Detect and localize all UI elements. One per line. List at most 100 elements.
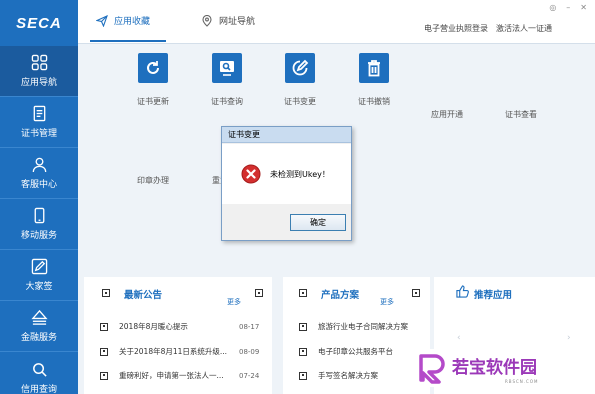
qr-code-icon [100,347,108,356]
sidebar-item-credit-query[interactable]: 信用查询 [0,352,78,394]
tab-url-nav[interactable]: 网址导航 [201,14,255,27]
sidebar-item-label: 客服中心 [20,180,57,190]
tile-icon-box [285,53,315,83]
person-icon [32,157,46,173]
tile-icon-box [212,53,242,83]
list-item[interactable]: 电子印章公共服务平台 [299,346,393,357]
location-pin-icon [202,14,212,27]
document-icon [33,105,45,122]
error-dialog: 证书变更 未检测到Ukey！ 确定 [221,126,352,241]
list-item[interactable]: 2018年8月暖心提示 08-17 [100,321,270,332]
tile-seal-handling[interactable]: 印章办理 [137,175,169,186]
tile-label: 证书查询 [211,97,243,106]
qr-code-icon [299,322,307,331]
link-activate-legal-cert[interactable]: 激活法人一证通 [496,23,552,34]
news-item-title: 关于2018年8月11日系统升级... [119,347,228,356]
news-title: 最新公告 [124,290,163,301]
qr-code-icon [299,347,307,356]
sidebar-item-mobile-service[interactable]: 移动服务 [0,199,78,250]
tile-label: 证书更新 [137,97,169,106]
window-controls: ◎ – ✕ [549,3,587,12]
main-area: 应用收藏 网址导航 电子营业执照登录 激活法人一证通 ◎ – ✕ 证书更新 证书… [78,0,595,394]
headset-icon[interactable]: ◎ [549,3,556,12]
news-item-date: 08-17 [239,322,260,331]
edit-icon [292,59,309,76]
news-panel: 最新公告 更多 2018年8月暖心提示 08-17 关于2018年8月11日系统… [84,277,272,394]
close-icon[interactable]: ✕ [580,3,587,12]
tab-label: 应用收藏 [114,17,151,27]
sidebar-item-label: 信用查询 [20,384,57,394]
news-more-link[interactable]: 更多 [227,297,241,307]
app-logo: SECA [0,0,78,46]
list-item[interactable]: 旅游行业电子合同解决方案 [299,321,408,332]
chevron-right-icon[interactable]: › [567,333,571,343]
tab-app-favorites[interactable]: 应用收藏 [96,14,150,27]
qr-code-icon [102,289,110,297]
qr-code-icon [255,289,263,297]
list-item[interactable]: 重磅利好，申请第一张法人一... 07-24 [100,370,270,381]
products-title: 产品方案 [321,290,360,301]
sidebar-item-finance[interactable]: 金融服务 [0,301,78,352]
sidebar-item-service-center[interactable]: 客服中心 [0,148,78,199]
watermark-subtext: RBSCN.COM [505,379,539,384]
minimize-icon[interactable]: – [566,3,570,12]
sidebar-item-label: 金融服务 [20,333,57,343]
link-e-license-login[interactable]: 电子营业执照登录 [424,23,488,34]
tile-cert-query[interactable]: 证书查询 [187,53,267,107]
chevron-left-icon[interactable]: ‹ [457,333,461,343]
list-item[interactable]: 关于2018年8月11日系统升级... 08-09 [100,346,270,357]
monitor-icon [220,61,234,76]
dialog-title: 证书变更 [222,127,351,143]
tile-cert-revoke[interactable]: 证书撤销 [334,53,414,107]
qr-code-icon [299,371,307,380]
list-item[interactable]: 手写签名解决方案 [299,370,378,381]
sidebar: SECA 应用导航 证书管理 客服中心 移动服务 大家签 金融服务 信用查询 [0,0,78,394]
top-bar: 应用收藏 网址导航 电子营业执照登录 激活法人一证通 ◎ – ✕ [78,0,595,44]
coin-icon [30,309,48,325]
qr-code-icon [412,289,420,297]
sidebar-item-dajiaqian[interactable]: 大家签 [0,250,78,301]
active-tab-indicator [90,40,166,42]
sidebar-item-label: 移动服务 [20,231,57,241]
qr-code-icon [299,289,307,297]
product-item-title: 电子印章公共服务平台 [318,347,393,356]
tile-label: 证书撤销 [358,97,390,106]
tile-app-enable[interactable]: 应用开通 [407,96,487,120]
tile-icon-box [359,53,389,83]
sidebar-item-cert-manage[interactable]: 证书管理 [0,97,78,148]
tile-label: 证书变更 [284,97,316,106]
recommend-title: 推荐应用 [474,290,513,301]
ok-button[interactable]: 确定 [290,214,346,231]
error-icon [241,164,261,184]
search-icon [32,362,47,377]
trash-icon [368,60,380,77]
sidebar-item-app-nav[interactable]: 应用导航 [0,46,78,97]
news-item-title: 2018年8月暖心提示 [119,322,188,331]
sidebar-item-label: 应用导航 [20,78,57,88]
news-item-date: 07-24 [239,371,260,380]
news-item-title: 重磅利好，申请第一张法人一... [119,371,224,380]
tile-label: 应用开通 [431,110,463,119]
refresh-icon [147,61,159,74]
watermark-text: 若宝软件园 [452,357,537,378]
dialog-message: 未检测到Ukey！ [270,169,330,179]
products-more-link[interactable]: 更多 [380,297,394,307]
pen-icon [31,258,47,275]
dialog-body: 未检测到Ukey！ [222,144,351,204]
grid-icon [31,54,47,71]
logo-text: SECA [16,14,62,32]
sidebar-item-label: 大家签 [25,282,53,292]
tile-cert-update[interactable]: 证书更新 [113,53,193,107]
sidebar-item-label: 证书管理 [20,129,57,139]
qr-code-icon [100,371,108,380]
tile-cert-change[interactable]: 证书变更 [260,53,340,107]
tab-label: 网址导航 [219,17,256,27]
tile-icon-box [138,53,168,83]
tile-label: 证书查看 [505,110,537,119]
news-item-date: 08-09 [239,347,260,356]
paper-plane-icon [96,14,108,27]
tile-cert-view[interactable]: 证书查看 [481,96,561,120]
product-item-title: 手写签名解决方案 [318,371,378,380]
product-item-title: 旅游行业电子合同解决方案 [318,322,408,331]
qr-code-icon [100,322,108,331]
